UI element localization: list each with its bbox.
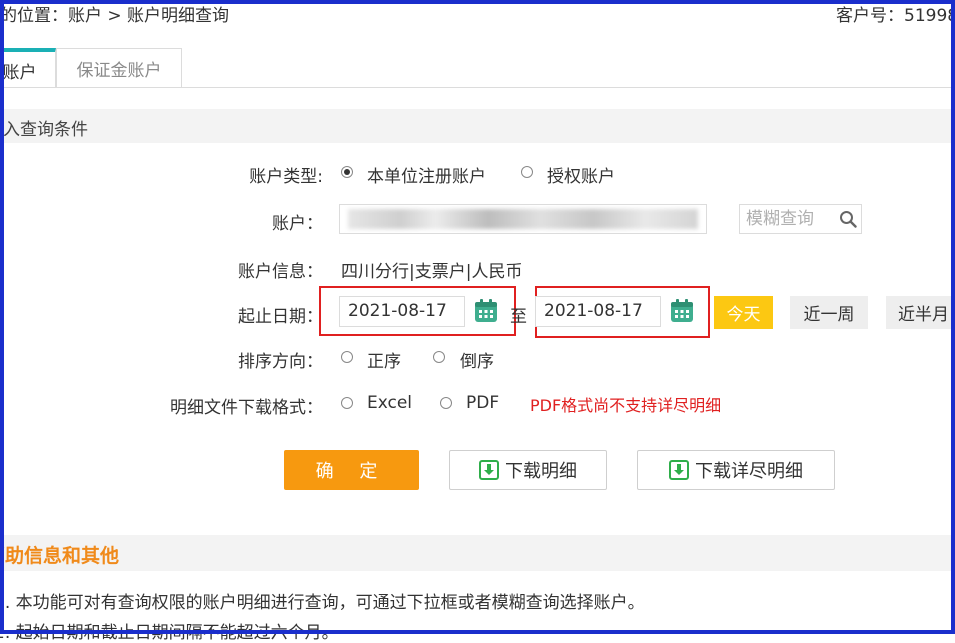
format-pdf-label: PDF bbox=[466, 393, 500, 413]
calendar-icon[interactable] bbox=[473, 298, 499, 324]
help-item: 2. 起始日期和截止日期间隔不能超过六个月。 bbox=[0, 623, 339, 643]
radio-sort-descending[interactable] bbox=[433, 351, 445, 363]
radio-account-type-authorized[interactable] bbox=[521, 166, 533, 178]
radio-account-type-own[interactable] bbox=[341, 166, 353, 178]
query-section-header: 输入查询条件 bbox=[0, 109, 955, 143]
account-fuzzy-search[interactable] bbox=[739, 204, 862, 234]
download-full-details-label: 下载详尽明细 bbox=[695, 461, 803, 482]
breadcrumb: 您在的位置：账户 > 账户明细查询 bbox=[0, 6, 230, 26]
radio-sort-ascending[interactable] bbox=[341, 351, 353, 363]
download-icon bbox=[479, 460, 499, 480]
help-section-header: 帮助信息和其他 bbox=[0, 535, 955, 571]
sort-descending-label: 倒序 bbox=[460, 352, 494, 372]
account-select[interactable] bbox=[339, 204, 707, 234]
last-week-button[interactable]: 近一周 bbox=[790, 296, 868, 329]
sort-label: 排序方向： bbox=[238, 352, 323, 372]
tab-account[interactable]: 账户 bbox=[0, 48, 56, 88]
help-item: 1. 本功能可对有查询权限的账户明细进行查询，可通过下拉框或者模糊查询选择账户。 bbox=[0, 593, 645, 613]
tab-margin-account-label: 保证金账户 bbox=[76, 61, 162, 81]
radio-format-excel[interactable] bbox=[341, 397, 353, 409]
calendar-icon[interactable] bbox=[669, 298, 695, 324]
start-date-input[interactable]: 2021-08-17 bbox=[339, 296, 465, 327]
last-half-month-button[interactable]: 近半月 bbox=[886, 296, 955, 329]
account-value-redacted bbox=[348, 209, 698, 229]
format-excel-label: Excel bbox=[367, 393, 413, 413]
download-details-button[interactable]: 下载明细 bbox=[449, 450, 607, 490]
search-icon[interactable] bbox=[839, 210, 857, 228]
sort-ascending-label: 正序 bbox=[367, 352, 401, 372]
account-info-label: 账户信息： bbox=[238, 262, 323, 282]
end-date-input[interactable]: 2021-08-17 bbox=[535, 296, 661, 327]
account-type-authorized-label: 授权账户 bbox=[547, 167, 615, 187]
account-type-label: 账户类型: bbox=[249, 167, 323, 187]
file-format-label: 明细文件下载格式： bbox=[170, 398, 323, 418]
account-type-own-label: 本单位注册账户 bbox=[367, 167, 486, 187]
help-section-title: 帮助信息和其他 bbox=[0, 545, 120, 567]
pdf-format-note: PDF格式尚不支持详尽明细 bbox=[530, 396, 722, 415]
download-full-details-button[interactable]: 下载详尽明细 bbox=[637, 450, 835, 490]
date-range-label: 起止日期： bbox=[238, 307, 323, 327]
download-details-label: 下载明细 bbox=[505, 461, 577, 482]
top-bar: 您在的位置：账户 > 账户明细查询 客户号：51998 bbox=[0, 0, 955, 30]
date-range-separator: 至 bbox=[510, 307, 527, 327]
query-section-title: 输入查询条件 bbox=[0, 120, 88, 140]
tab-account-label: 账户 bbox=[2, 62, 37, 83]
tabs-divider bbox=[0, 87, 955, 88]
search-input[interactable] bbox=[746, 208, 836, 230]
radio-format-pdf[interactable] bbox=[440, 397, 452, 409]
account-info-value: 四川分行|支票户|人民币 bbox=[341, 262, 523, 282]
account-label: 账户： bbox=[272, 214, 323, 234]
confirm-button[interactable]: 确 定 bbox=[284, 450, 419, 490]
download-icon bbox=[669, 460, 689, 480]
customer-number: 客户号：51998 bbox=[836, 6, 955, 26]
tab-margin-account[interactable]: 保证金账户 bbox=[56, 48, 182, 88]
confirm-button-label: 确 定 bbox=[315, 461, 388, 482]
today-button[interactable]: 今天 bbox=[714, 296, 773, 329]
